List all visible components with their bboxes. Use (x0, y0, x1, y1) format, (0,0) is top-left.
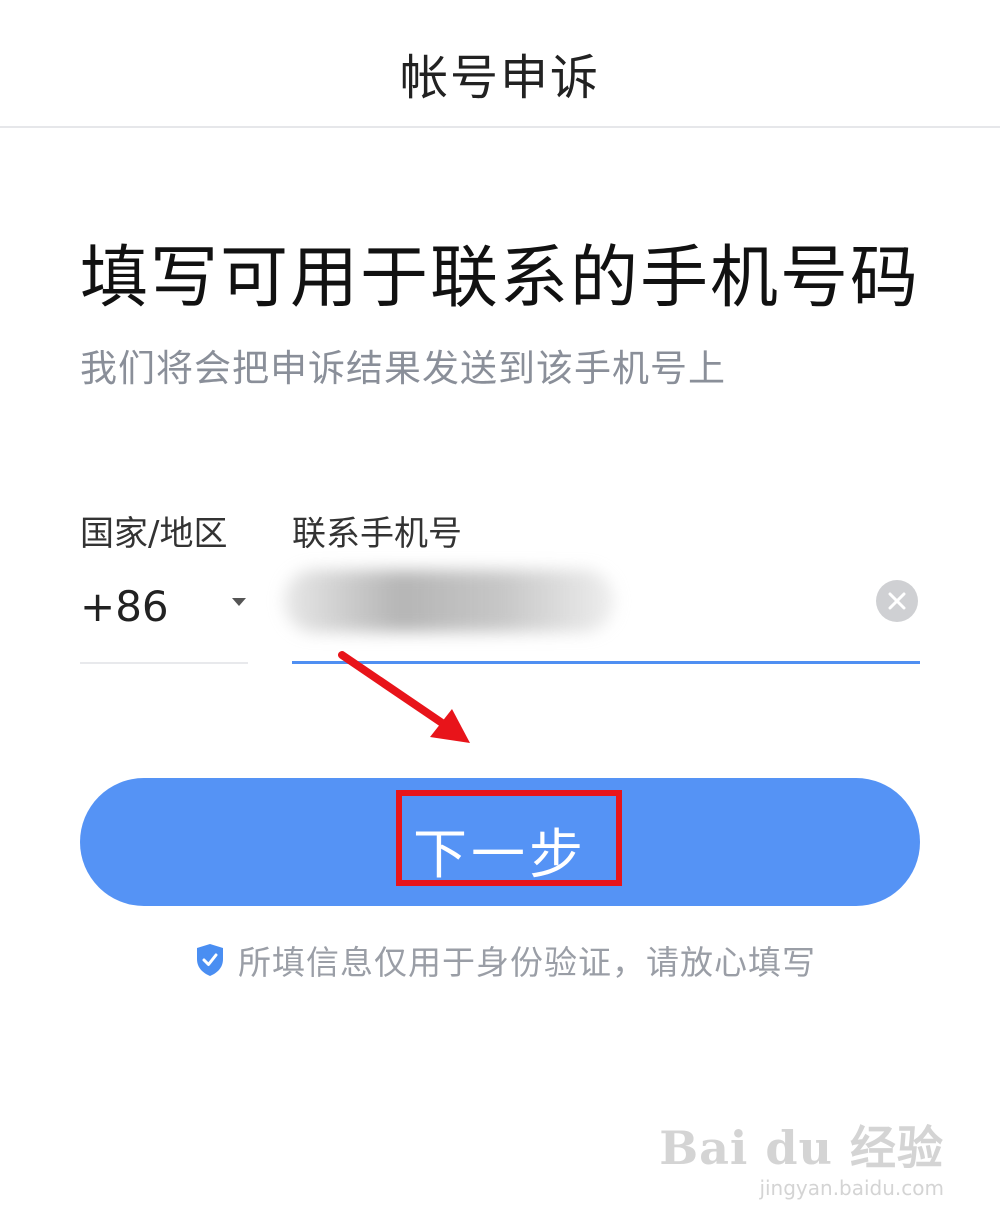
page-title: 帐号申诉 (399, 50, 600, 106)
country-code-value: +86 (80, 582, 169, 631)
appeal-page: 帐号申诉 填写可用于联系的手机号码 我们将会把申诉结果发送到该手机号上 国家/地… (0, 0, 1000, 1215)
main-heading: 填写可用于联系的手机号码 (80, 239, 921, 318)
next-button-label: 下一步 (413, 825, 587, 885)
phone-input[interactable] (292, 578, 612, 636)
watermark-logo: Bai du 经验 (659, 1121, 944, 1175)
phone-label: 联系手机号 (292, 514, 462, 554)
shield-icon (197, 944, 223, 976)
country-code-select[interactable]: +86 (80, 568, 248, 664)
close-icon (888, 592, 906, 610)
watermark-url: jingyan.baidu.com (759, 1176, 944, 1200)
country-label: 国家/地区 (80, 514, 228, 554)
privacy-hint: 所填信息仅用于身份验证，请放心填写 (196, 938, 816, 982)
watermark: Bai du 经验 jingyan.baidu.com (659, 1112, 944, 1200)
nav-bar: 帐号申诉 (0, 0, 1000, 128)
chevron-down-icon (232, 598, 246, 606)
hint-text: 所填信息仅用于身份验证，请放心填写 (238, 943, 816, 982)
next-button[interactable]: 下一步 (80, 778, 920, 906)
annotation-arrow-icon (338, 651, 470, 743)
sub-heading: 我们将会把申诉结果发送到该手机号上 (80, 347, 726, 390)
clear-button[interactable] (876, 580, 918, 622)
